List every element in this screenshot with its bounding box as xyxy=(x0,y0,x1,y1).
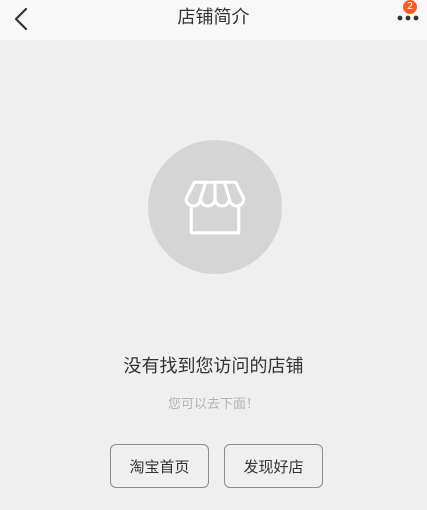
empty-state-message: 没有找到您访问的店铺 xyxy=(123,356,304,377)
notification-badge: 2 xyxy=(403,0,417,14)
discover-shops-button[interactable]: 发现好店 xyxy=(224,444,323,488)
chevron-left-icon xyxy=(14,7,28,31)
more-dots-icon xyxy=(397,15,419,21)
taobao-home-button[interactable]: 淘宝首页 xyxy=(110,444,209,488)
back-button[interactable] xyxy=(6,3,36,35)
empty-state-hint: 您可以去下面！ xyxy=(167,397,259,412)
top-nav-bar: 店铺简介 2 xyxy=(0,0,427,40)
empty-state-illustration xyxy=(148,140,282,274)
storefront-icon xyxy=(184,180,246,235)
page-title: 店铺简介 xyxy=(177,7,250,28)
